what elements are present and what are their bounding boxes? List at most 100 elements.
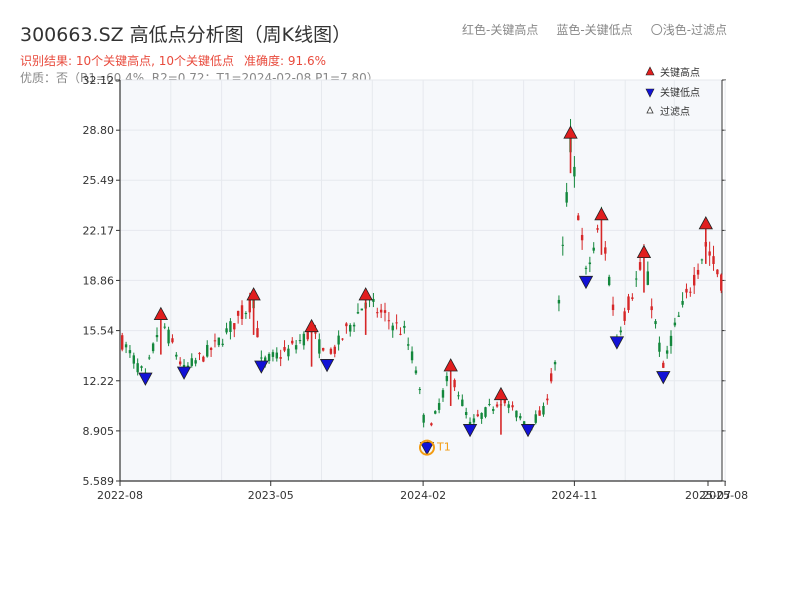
candle-body [233, 323, 236, 330]
candle-body [712, 256, 715, 264]
candle-body [681, 300, 684, 305]
y-tick-label: 18.86 [83, 274, 115, 287]
candle-body [584, 267, 588, 269]
candle-body [163, 326, 166, 328]
candle-body [495, 404, 499, 407]
candle-body [175, 354, 178, 357]
candle-body [592, 247, 595, 251]
candle-body [511, 405, 514, 408]
candle-body [407, 344, 410, 346]
candle-body [198, 352, 201, 355]
candle-body [434, 411, 437, 414]
candle-body [685, 288, 688, 293]
candle-body [654, 321, 657, 325]
candle-body [302, 333, 306, 346]
candle-body [519, 416, 522, 419]
candle-body [561, 244, 564, 246]
candle-body [341, 338, 344, 340]
candle-body [437, 403, 441, 410]
candle-body [716, 269, 719, 275]
candle-body [291, 340, 294, 344]
t1-label: T1 [436, 441, 451, 454]
y-tick-label: 5.589 [83, 475, 115, 488]
candle-body [515, 410, 518, 418]
candle-body [329, 348, 333, 354]
candle-body [403, 325, 406, 328]
candle-body [151, 343, 155, 352]
candle-body [441, 390, 445, 398]
candle-body [260, 357, 263, 359]
candle-body [314, 332, 317, 334]
candle-body [349, 325, 352, 332]
candle-body [140, 366, 143, 368]
candle-body [383, 310, 387, 313]
candle-body [480, 412, 483, 419]
candle-body [217, 337, 221, 346]
candle-body [453, 379, 456, 388]
legend-label: 关键高点 [660, 66, 700, 79]
candle-body [379, 309, 383, 313]
candle-body [650, 306, 653, 311]
candle-body [190, 358, 193, 366]
legend-high-icon [645, 66, 655, 76]
candle-body [550, 373, 553, 382]
candle-body [611, 304, 615, 311]
candle-body [225, 328, 228, 333]
candle-body [673, 322, 677, 326]
candle-body [376, 312, 379, 314]
candle-body [128, 350, 132, 354]
candle-body [577, 215, 580, 221]
candle-body [484, 407, 487, 417]
legend-label: 过滤点 [660, 105, 690, 118]
candle-body [588, 262, 592, 265]
candle-body [669, 335, 673, 346]
candle-body [677, 315, 680, 317]
x-tick-label: 2025-08 [702, 489, 748, 502]
candle-body [202, 356, 205, 362]
x-tick-label: 2022-08 [97, 489, 143, 502]
candle-body [619, 330, 622, 333]
candle-body [534, 414, 537, 423]
candle-body [507, 404, 510, 408]
candle-body [565, 192, 568, 203]
candle-body [256, 328, 259, 338]
y-tick-label: 15.54 [83, 325, 115, 338]
candle-body [337, 335, 340, 345]
candle-body [206, 344, 209, 357]
y-tick-label: 32.12 [83, 74, 115, 87]
candle-body [372, 298, 375, 302]
candle-body [178, 361, 182, 365]
candle-body [538, 410, 541, 416]
candle-body [279, 357, 282, 359]
candle-body [298, 340, 302, 342]
candle-body [692, 274, 696, 286]
candle-body [209, 347, 213, 350]
candle-body [662, 362, 665, 368]
candle-body [287, 348, 290, 357]
candle-body [596, 228, 599, 230]
legend-label: 关键低点 [660, 86, 700, 99]
candle-body [708, 251, 711, 256]
candle-body [646, 271, 650, 285]
candle-body [631, 297, 634, 299]
candle-body [696, 269, 700, 275]
candle-body [333, 346, 336, 354]
y-tick-label: 25.49 [83, 174, 115, 187]
candle-body [132, 355, 136, 364]
candle-body [635, 278, 638, 280]
x-tick-label: 2024-02 [400, 489, 446, 502]
candle-body [318, 339, 321, 354]
candle-body [167, 329, 170, 344]
candle-body [430, 423, 433, 426]
candle-body [148, 357, 151, 359]
candle-body [136, 363, 139, 373]
candle-body [236, 310, 240, 316]
y-tick-label: 8.905 [83, 425, 115, 438]
candle-body [623, 311, 626, 321]
candle-body [194, 360, 197, 364]
candle-body [155, 335, 159, 338]
candle-body [248, 299, 251, 313]
x-tick-label: 2023-05 [248, 489, 294, 502]
candle-body [267, 353, 271, 361]
candle-body [410, 351, 414, 361]
